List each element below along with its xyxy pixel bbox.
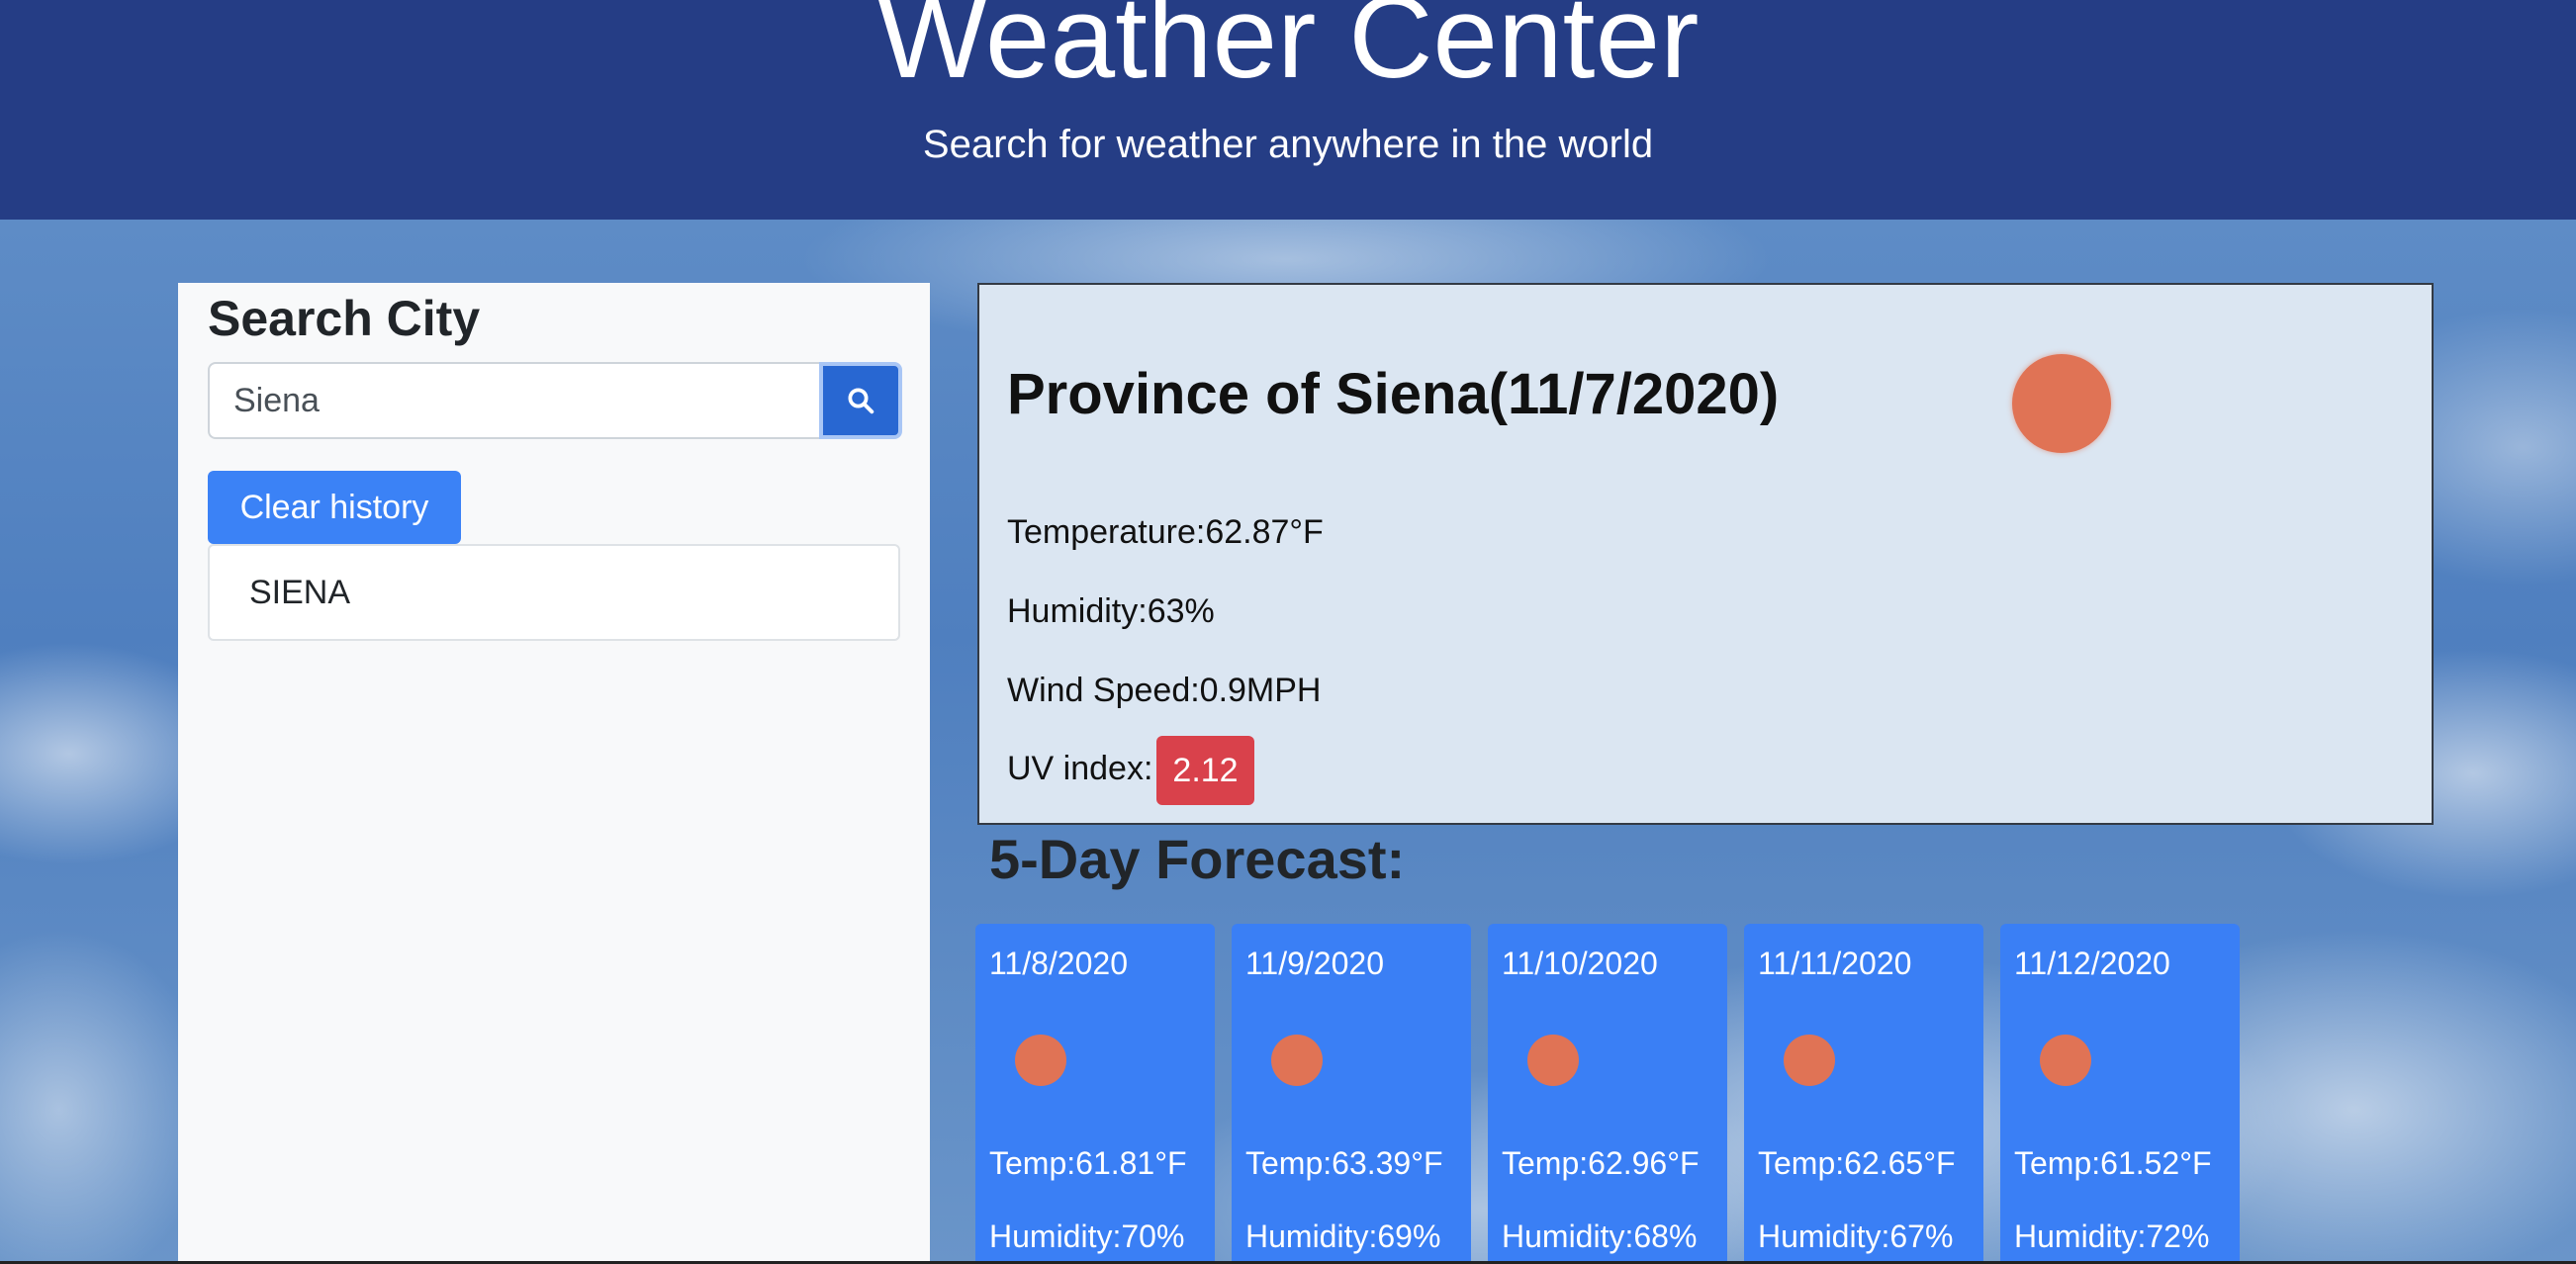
forecast-temp: Temp:61.52°F [2014, 1145, 2212, 1181]
search-history-list: SIENA [208, 544, 900, 641]
forecast-temp: Temp:62.65°F [1758, 1145, 1956, 1181]
forecast-card: 11/12/2020 Temp:61.52°F Humidity:72% [2000, 924, 2240, 1264]
search-panel-title: Search City [208, 291, 481, 346]
forecast-date: 11/12/2020 [2014, 946, 2170, 981]
current-uv-row: UV index: 2.12 [1007, 736, 1254, 805]
search-button[interactable] [819, 362, 902, 439]
forecast-title: 5-Day Forecast: [989, 828, 1406, 890]
clear-history-button[interactable]: Clear history [208, 471, 461, 544]
forecast-card: 11/11/2020 Temp:62.65°F Humidity:67% [1744, 924, 1983, 1264]
current-weather-card: Province of Siena(11/7/2020) Temperature… [977, 283, 2434, 825]
sun-icon [1527, 1035, 1579, 1086]
history-item[interactable]: SIENA [208, 544, 900, 641]
forecast-humidity: Humidity:68% [1502, 1219, 1698, 1254]
forecast-date: 11/9/2020 [1245, 946, 1384, 981]
forecast-date: 11/11/2020 [1758, 946, 1912, 981]
page-title: Weather Center [876, 0, 1700, 103]
search-icon [848, 388, 874, 414]
forecast-temp: Temp:62.96°F [1502, 1145, 1700, 1181]
forecast-humidity: Humidity:67% [1758, 1219, 1954, 1254]
forecast-card: 11/9/2020 Temp:63.39°F Humidity:69% [1232, 924, 1471, 1264]
forecast-humidity: Humidity:69% [1245, 1219, 1441, 1254]
search-input[interactable] [208, 362, 819, 439]
forecast-card: 11/8/2020 Temp:61.81°F Humidity:70% [975, 924, 1215, 1264]
forecast-temp: Temp:63.39°F [1245, 1145, 1443, 1181]
sun-icon [1784, 1035, 1835, 1086]
current-city-title: Province of Siena(11/7/2020) [1007, 362, 1780, 426]
sun-icon [1015, 1035, 1066, 1086]
page-subtitle: Search for weather anywhere in the world [922, 123, 1654, 166]
forecast-card: 11/10/2020 Temp:62.96°F Humidity:68% [1488, 924, 1727, 1264]
forecast-humidity: Humidity:72% [2014, 1219, 2210, 1254]
current-humidity: Humidity:63% [1007, 592, 1215, 630]
uv-badge: 2.12 [1156, 736, 1254, 805]
search-row [208, 362, 902, 441]
sun-icon [2040, 1035, 2091, 1086]
current-wind-speed: Wind Speed:0.9MPH [1007, 672, 1322, 709]
sun-icon [2012, 354, 2111, 453]
search-panel: Search City Clear history SIENA [178, 283, 930, 1264]
page-header: Weather Center Search for weather anywhe… [0, 0, 2576, 220]
forecast-temp: Temp:61.81°F [989, 1145, 1187, 1181]
uv-label: UV index: [1007, 749, 1153, 787]
forecast-humidity: Humidity:70% [989, 1219, 1185, 1254]
forecast-date: 11/8/2020 [989, 946, 1128, 981]
forecast-date: 11/10/2020 [1502, 946, 1658, 981]
sun-icon [1271, 1035, 1323, 1086]
current-temperature: Temperature:62.87°F [1007, 513, 1324, 551]
